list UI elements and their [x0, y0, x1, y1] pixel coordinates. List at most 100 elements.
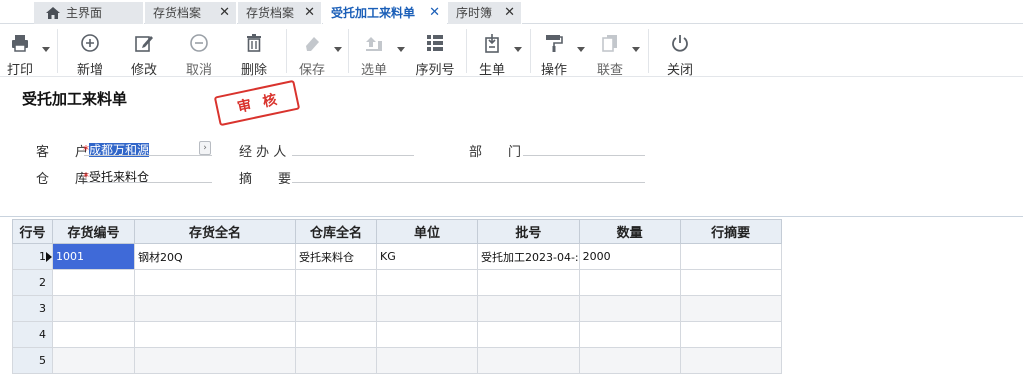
- column-header-batch[interactable]: 批号: [477, 219, 580, 244]
- item-code-cell[interactable]: [52, 321, 135, 348]
- toolbar-separator: [348, 29, 349, 73]
- upload-icon: [366, 37, 382, 51]
- tab-inventory-2[interactable]: 存货档案 ✕: [238, 2, 322, 24]
- column-header-item-code[interactable]: 存货编号: [52, 219, 135, 244]
- close-icon[interactable]: ✕: [504, 2, 515, 24]
- item-name-cell[interactable]: 钢材20Q: [134, 243, 296, 270]
- warehouse-cell[interactable]: [295, 347, 377, 374]
- toolbar: 打印 新增 修改 取消 删除 保存 选单 序列号 生单 操作 联查 关闭: [0, 25, 1023, 78]
- select-button[interactable]: 选单: [352, 25, 396, 78]
- print-button[interactable]: 打印: [0, 25, 40, 78]
- operate-dropdown-caret[interactable]: [577, 47, 585, 52]
- home-icon: [46, 7, 60, 19]
- column-header-row-no[interactable]: 行号: [12, 219, 53, 244]
- minus-circle-icon: [190, 34, 208, 52]
- select-label: 选单: [360, 63, 387, 78]
- line-remark-cell[interactable]: [679, 269, 782, 296]
- operate-button[interactable]: 操作: [534, 25, 574, 78]
- department-field[interactable]: [523, 141, 645, 155]
- eraser-icon: [306, 37, 319, 51]
- close-button[interactable]: 关闭: [660, 25, 700, 78]
- line-remark-cell[interactable]: [679, 321, 782, 348]
- quantity-cell[interactable]: [578, 295, 681, 322]
- delete-button[interactable]: 删除: [232, 25, 276, 78]
- tab-label: 受托加工来料单: [331, 6, 416, 20]
- item-name-cell[interactable]: [134, 321, 296, 348]
- table-row[interactable]: 1 1001 钢材20Q 受托来料仓 KG 受托加工2023-04-: 2000: [12, 243, 782, 270]
- batch-cell[interactable]: [477, 295, 580, 322]
- power-icon: [672, 35, 688, 52]
- item-code-cell[interactable]: [52, 347, 135, 374]
- unit-cell[interactable]: [376, 347, 478, 374]
- column-header-item-name[interactable]: 存货全名: [134, 219, 296, 244]
- item-code-cell[interactable]: [52, 295, 135, 322]
- customer-picker-icon[interactable]: ›: [199, 141, 211, 155]
- handler-field[interactable]: [292, 141, 414, 155]
- warehouse-cell[interactable]: 受托来料仓: [295, 243, 377, 270]
- table-row[interactable]: 4: [12, 321, 782, 348]
- linked-query-dropdown-caret[interactable]: [632, 47, 640, 52]
- unit-cell[interactable]: [376, 321, 478, 348]
- quantity-cell[interactable]: 2000: [578, 243, 681, 270]
- line-remark-cell[interactable]: [679, 347, 782, 374]
- warehouse-cell[interactable]: [295, 321, 377, 348]
- add-button[interactable]: 新增: [68, 25, 112, 78]
- item-code-cell[interactable]: 1001: [52, 243, 135, 270]
- select-dropdown-caret[interactable]: [397, 47, 405, 52]
- unit-cell[interactable]: KG: [376, 243, 478, 270]
- quantity-cell[interactable]: [578, 269, 681, 296]
- table-row[interactable]: 2: [12, 269, 782, 296]
- print-dropdown-caret[interactable]: [42, 47, 50, 52]
- line-remark-cell[interactable]: [679, 295, 782, 322]
- handler-underline: [292, 155, 414, 156]
- item-code-cell[interactable]: [52, 269, 135, 296]
- warehouse-label: 仓 库: [36, 172, 89, 187]
- tab-journal[interactable]: 序时簿 ✕: [448, 2, 522, 24]
- close-icon[interactable]: ✕: [219, 2, 230, 24]
- warehouse-cell[interactable]: [295, 295, 377, 322]
- close-icon[interactable]: ✕: [429, 2, 440, 24]
- generate-order-button[interactable]: 生单: [472, 25, 512, 78]
- save-button[interactable]: 保存: [290, 25, 334, 78]
- item-name-cell[interactable]: [134, 347, 296, 374]
- table-row[interactable]: 3: [12, 295, 782, 322]
- cancel-button[interactable]: 取消: [177, 25, 221, 78]
- remark-field[interactable]: [292, 168, 645, 182]
- serial-number-button[interactable]: 序列号: [412, 25, 458, 78]
- tab-label: 序时簿: [456, 6, 493, 20]
- cancel-label: 取消: [185, 63, 212, 78]
- item-name-cell[interactable]: [134, 295, 296, 322]
- close-icon[interactable]: ✕: [304, 2, 315, 24]
- save-dropdown-caret[interactable]: [334, 47, 342, 52]
- approval-stamp: 审核: [213, 79, 301, 127]
- tab-entrusted-material-receipt[interactable]: 受托加工来料单 ✕: [323, 2, 447, 24]
- line-remark-cell[interactable]: [679, 243, 782, 270]
- batch-cell[interactable]: [477, 347, 580, 374]
- batch-cell[interactable]: 受托加工2023-04-:: [477, 243, 580, 270]
- batch-cell[interactable]: [477, 269, 580, 296]
- edit-button[interactable]: 修改: [122, 25, 166, 78]
- printer-icon: [12, 35, 28, 52]
- unit-cell[interactable]: [376, 295, 478, 322]
- unit-cell[interactable]: [376, 269, 478, 296]
- linked-query-button[interactable]: 联查: [590, 25, 630, 78]
- remark-label: 摘 要: [239, 172, 292, 187]
- table-row[interactable]: 5: [12, 347, 782, 374]
- quantity-cell[interactable]: [578, 321, 681, 348]
- column-header-quantity[interactable]: 数量: [578, 219, 681, 244]
- quantity-cell[interactable]: [578, 347, 681, 374]
- document-down-icon: [485, 34, 499, 53]
- column-header-warehouse[interactable]: 仓库全名: [295, 219, 377, 244]
- serial-number-label: 序列号: [415, 63, 455, 78]
- column-header-unit[interactable]: 单位: [376, 219, 478, 244]
- warehouse-cell[interactable]: [295, 269, 377, 296]
- toolbar-separator: [57, 29, 58, 73]
- item-name-cell[interactable]: [134, 269, 296, 296]
- generate-dropdown-caret[interactable]: [514, 47, 522, 52]
- page-title: 受托加工来料单: [22, 90, 128, 108]
- column-header-line-remark[interactable]: 行摘要: [679, 219, 782, 244]
- batch-cell[interactable]: [477, 321, 580, 348]
- add-label: 新增: [76, 63, 103, 78]
- tab-home[interactable]: 主界面: [34, 2, 144, 24]
- tab-inventory-1[interactable]: 存货档案 ✕: [145, 2, 237, 24]
